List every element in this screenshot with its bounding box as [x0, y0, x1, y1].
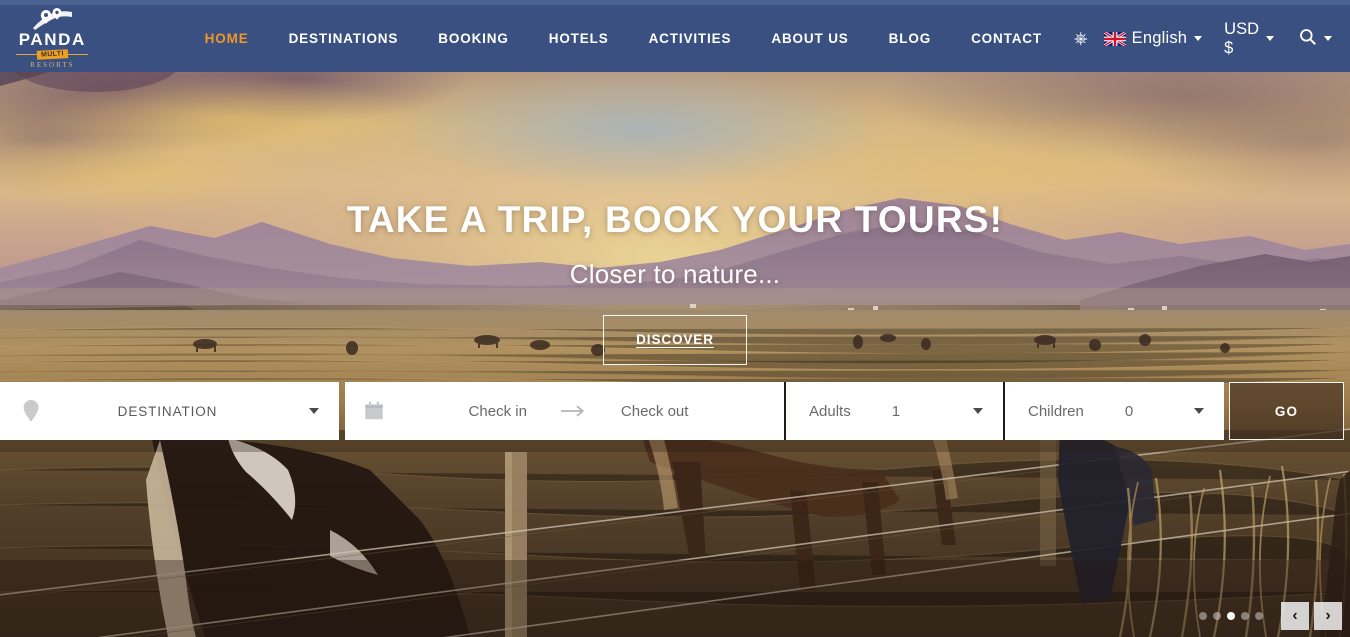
logo-rule-left	[16, 54, 37, 55]
checkin-field[interactable]: Check in	[469, 403, 527, 420]
nav-item-home[interactable]: HOME	[185, 31, 269, 46]
children-label: Children	[1028, 402, 1084, 420]
currency-selector[interactable]: USD $	[1220, 20, 1278, 58]
carousel-dot-3[interactable]	[1227, 612, 1235, 620]
chevron-down-icon-language	[1194, 36, 1203, 41]
hero-subtitle: Closer to nature...	[569, 259, 781, 289]
carousel-dots	[1196, 612, 1266, 620]
booking-search-bar: DESTINATION Check in Check out Adults 1 …	[0, 382, 1350, 440]
logo-name: PANDA	[18, 30, 86, 49]
logo-badge-row: MULTI	[16, 49, 89, 60]
nav-item-activities[interactable]: ACTIVITIES	[629, 31, 752, 46]
logo-subtitle: RESORTS	[30, 61, 75, 69]
nav-item-booking[interactable]: BOOKING	[418, 31, 528, 46]
site-logo[interactable]: PANDA MULTI RESORTS	[10, 8, 95, 69]
hero-content: TAKE A TRIP, BOOK YOUR TOURS! Closer to …	[0, 72, 1350, 382]
language-selector[interactable]: English	[1100, 29, 1207, 48]
search-icon	[1298, 27, 1317, 51]
chevron-down-icon-search	[1324, 36, 1332, 41]
nav-item-blog[interactable]: BLOG	[869, 31, 951, 46]
carousel-controls: ‹ ›	[1196, 602, 1342, 630]
adults-label: Adults	[809, 402, 851, 420]
nav-item-about-us[interactable]: ABOUT US	[751, 31, 868, 46]
date-range-picker[interactable]: Check in Check out	[345, 382, 786, 440]
arrow-right-icon	[560, 405, 587, 417]
chevron-down-icon-children	[1194, 408, 1204, 414]
page-root: PANDA MULTI RESORTS HOME DESTINATIONS BO…	[0, 0, 1350, 637]
nav-utility-cluster: ⎈ English USD $	[1062, 20, 1336, 58]
children-value: 0	[1124, 402, 1134, 420]
logo-badge: MULTI	[36, 49, 68, 60]
power-icon[interactable]: ⎈	[1062, 30, 1100, 47]
date-range-inner: Check in Check out	[373, 403, 784, 420]
carousel-next-button[interactable]: ›	[1314, 602, 1342, 630]
chevron-right-icon: ›	[1325, 607, 1331, 624]
carousel-prev-button[interactable]: ‹	[1281, 602, 1309, 630]
uk-flag-icon	[1103, 31, 1132, 46]
nav-item-hotels[interactable]: HOTELS	[529, 31, 629, 46]
nav-item-contact[interactable]: CONTACT	[951, 31, 1062, 46]
destination-label: DESTINATION	[117, 403, 218, 419]
search-toggle[interactable]	[1294, 27, 1336, 51]
chevron-left-icon: ‹	[1292, 607, 1298, 624]
logo-rule-right	[67, 54, 89, 55]
main-navbar: PANDA MULTI RESORTS HOME DESTINATIONS BO…	[0, 5, 1350, 72]
carousel-dot-2[interactable]	[1213, 612, 1221, 620]
adults-select[interactable]: Adults 1	[786, 382, 1005, 440]
nav-item-destinations[interactable]: DESTINATIONS	[269, 31, 419, 46]
discover-button[interactable]: DISCOVER	[603, 315, 747, 365]
hero-title: TAKE A TRIP, BOOK YOUR TOURS!	[346, 199, 1004, 240]
adults-value: 1	[891, 402, 901, 420]
currency-label: USD $	[1224, 19, 1259, 57]
destination-select[interactable]: DESTINATION	[0, 382, 339, 440]
map-pin-icon	[29, 8, 75, 32]
language-label: English	[1131, 29, 1188, 47]
chevron-down-icon-currency	[1266, 36, 1274, 41]
discover-button-label: DISCOVER	[636, 332, 714, 347]
go-button[interactable]: GO	[1229, 382, 1344, 440]
carousel-dot-1[interactable]	[1199, 612, 1207, 620]
carousel-dot-5[interactable]	[1255, 612, 1263, 620]
chevron-down-icon-adults	[973, 408, 983, 414]
checkout-field[interactable]: Check out	[621, 403, 689, 420]
children-select[interactable]: Children 0	[1005, 382, 1224, 440]
chevron-down-icon-destination	[309, 408, 319, 414]
nav-menu: HOME DESTINATIONS BOOKING HOTELS ACTIVIT…	[185, 31, 1062, 46]
go-button-label: GO	[1274, 403, 1299, 419]
carousel-dot-4[interactable]	[1241, 612, 1249, 620]
